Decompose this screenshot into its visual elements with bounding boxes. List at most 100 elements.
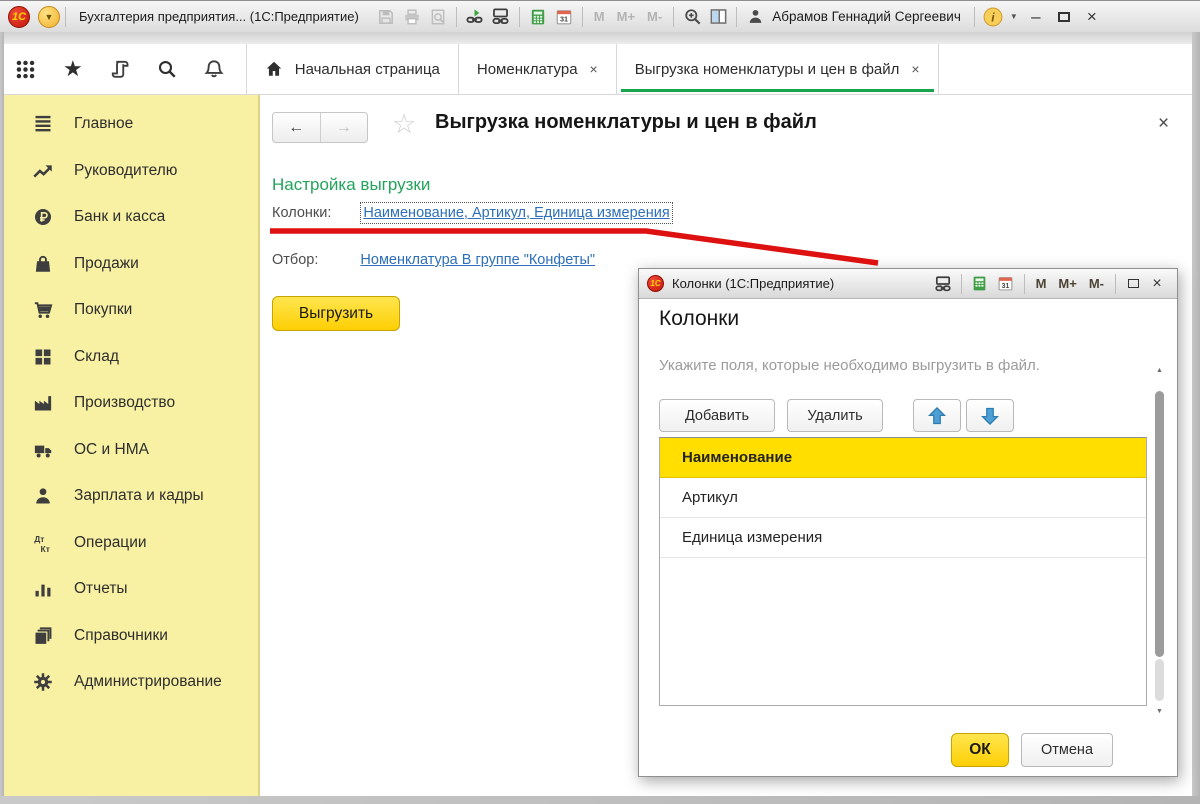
- active-tab-underline: [621, 89, 934, 92]
- dtkt-icon: ДтКт: [32, 533, 54, 553]
- go-to-link-icon[interactable]: [488, 5, 514, 29]
- sidebar-item-reports[interactable]: Отчеты: [4, 566, 258, 613]
- chevron-down-icon[interactable]: ▼: [1006, 12, 1022, 21]
- scrollbar-track: [1155, 659, 1164, 701]
- memory-plus-button[interactable]: M+: [1052, 276, 1082, 291]
- tab-export-nomenclature[interactable]: Выгрузка номенклатуры и цен в файл ×: [617, 44, 939, 94]
- remove-button[interactable]: Удалить: [787, 399, 883, 432]
- divider: [974, 7, 975, 27]
- calendar-icon[interactable]: 31: [551, 5, 577, 29]
- favorites-icon[interactable]: ★: [63, 56, 83, 82]
- factory-icon: [32, 393, 54, 413]
- trend-icon: [32, 161, 54, 181]
- arrow-down-icon: [980, 406, 1000, 426]
- divider: [519, 7, 520, 27]
- move-down-button[interactable]: [966, 399, 1014, 432]
- move-up-button[interactable]: [913, 399, 961, 432]
- forward-button[interactable]: →: [320, 113, 367, 142]
- sidebar-item-salary-hr[interactable]: Зарплата и кадры: [4, 473, 258, 520]
- search-icon[interactable]: [157, 59, 177, 79]
- add-button[interactable]: Добавить: [659, 399, 775, 432]
- split-window-icon[interactable]: [705, 5, 731, 29]
- current-user[interactable]: Абрамов Геннадий Сергеевич: [772, 9, 961, 24]
- window-title: Бухгалтерия предприятия... (1С:Предприят…: [79, 9, 359, 24]
- window-border-right: [1192, 32, 1200, 804]
- get-link-icon[interactable]: [930, 272, 956, 296]
- export-button[interactable]: Выгрузить: [272, 296, 400, 331]
- apps-menu-icon[interactable]: [15, 59, 36, 80]
- sidebar-item-references[interactable]: Справочники: [4, 613, 258, 660]
- info-icon[interactable]: i: [980, 5, 1006, 29]
- main-menu-dropdown-icon[interactable]: ▼: [38, 6, 60, 28]
- scroll-down-icon[interactable]: ▼: [1153, 708, 1166, 715]
- window-border-left: [0, 32, 4, 804]
- columns-link[interactable]: Наименование, Артикул, Единица измерения: [363, 205, 669, 221]
- ruble-icon: [32, 207, 54, 227]
- print-icon[interactable]: [399, 5, 425, 29]
- panel-tools: ★: [1, 44, 247, 94]
- home-icon: [265, 60, 283, 78]
- divider: [1115, 274, 1116, 294]
- tab-label: Номенклатура: [477, 61, 578, 78]
- favorite-star-icon[interactable]: ☆: [392, 109, 416, 140]
- tabstrip: ★ Начальная страница Номенклатура × Выгр…: [1, 44, 1199, 95]
- divider: [1024, 274, 1025, 294]
- minimize-button[interactable]: –: [1022, 7, 1050, 27]
- window-border-bottom: [0, 796, 1200, 804]
- sidebar-item-administration[interactable]: Администрирование: [4, 659, 258, 706]
- sidebar-item-operations[interactable]: ДтКт Операции: [4, 520, 258, 567]
- close-window-button[interactable]: ×: [1078, 7, 1106, 27]
- save-icon[interactable]: [373, 5, 399, 29]
- svg-text:Кт: Кт: [41, 544, 50, 553]
- tab-home[interactable]: Начальная страница: [247, 44, 459, 94]
- maximize-button[interactable]: [1050, 7, 1078, 27]
- sidebar-item-main[interactable]: Главное: [4, 101, 258, 148]
- cancel-button[interactable]: Отмена: [1021, 733, 1113, 767]
- sidebar-item-warehouse[interactable]: Склад: [4, 334, 258, 381]
- sidebar-item-manager[interactable]: Руководителю: [4, 148, 258, 195]
- memory-minus-button[interactable]: M-: [641, 9, 668, 24]
- calculator-icon[interactable]: [967, 272, 993, 296]
- scrollbar-thumb[interactable]: [1155, 391, 1164, 657]
- list-item[interactable]: Наименование: [660, 438, 1146, 478]
- sidebar-item-purchases[interactable]: Покупки: [4, 287, 258, 334]
- back-button[interactable]: ←: [273, 113, 320, 142]
- section-title: Настройка выгрузки: [272, 175, 430, 195]
- tab-close-icon[interactable]: ×: [590, 61, 598, 77]
- app-logo-icon[interactable]: 1С: [8, 6, 30, 28]
- preview-icon[interactable]: [425, 5, 451, 29]
- columns-list: Наименование Артикул Единица измерения: [659, 437, 1147, 706]
- calendar-icon[interactable]: 31: [993, 272, 1019, 296]
- calculator-icon[interactable]: [525, 5, 551, 29]
- memory-minus-button[interactable]: M-: [1083, 276, 1110, 291]
- history-icon[interactable]: [110, 59, 130, 79]
- memory-recall-button[interactable]: M: [1030, 276, 1053, 291]
- person-icon: [32, 486, 54, 506]
- page-close-button[interactable]: ×: [1158, 113, 1169, 135]
- divider: [961, 274, 962, 294]
- filter-label: Отбор:: [272, 252, 318, 268]
- memory-plus-button[interactable]: M+: [611, 9, 641, 24]
- menu-icon: [32, 114, 54, 134]
- tab-nomenclature[interactable]: Номенклатура ×: [459, 44, 617, 94]
- notifications-icon[interactable]: [204, 59, 224, 79]
- filter-link[interactable]: Номенклатура В группе "Конфеты": [360, 252, 595, 268]
- page-title: Выгрузка номенклатуры и цен в файл: [435, 111, 817, 134]
- get-link-icon[interactable]: [462, 5, 488, 29]
- sidebar-item-bank-cash[interactable]: Банк и касса: [4, 194, 258, 241]
- memory-recall-button[interactable]: M: [588, 9, 611, 24]
- sidebar-item-sales[interactable]: Продажи: [4, 241, 258, 288]
- sidebar-item-fixed-assets[interactable]: ОС и НМА: [4, 427, 258, 474]
- barchart-icon: [32, 579, 54, 599]
- dialog-close-button[interactable]: ×: [1145, 275, 1169, 293]
- dialog-maximize-button[interactable]: [1121, 275, 1145, 293]
- tab-close-icon[interactable]: ×: [911, 61, 919, 77]
- scrollbar[interactable]: ▲ ▼: [1153, 367, 1166, 715]
- list-item[interactable]: Единица измерения: [660, 518, 1146, 558]
- sidebar-item-production[interactable]: Производство: [4, 380, 258, 427]
- scroll-up-icon[interactable]: ▲: [1153, 367, 1166, 374]
- dialog-heading: Колонки: [659, 307, 739, 331]
- ok-button[interactable]: ОК: [951, 733, 1009, 767]
- zoom-icon[interactable]: [679, 5, 705, 29]
- list-item[interactable]: Артикул: [660, 478, 1146, 518]
